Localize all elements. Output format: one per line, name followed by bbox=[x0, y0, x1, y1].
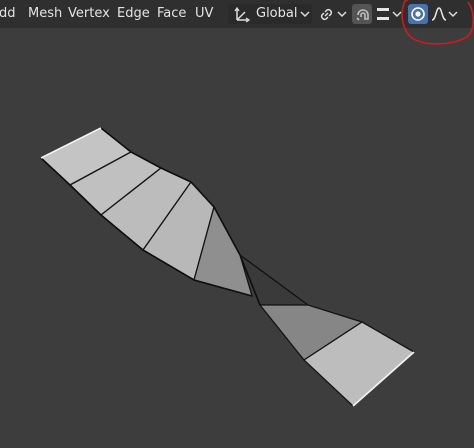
proportional-editing-icon bbox=[410, 6, 426, 22]
chevron-down-icon bbox=[446, 4, 460, 24]
menu-face[interactable]: Face bbox=[157, 0, 186, 28]
menu-vertex[interactable]: Vertex bbox=[68, 0, 110, 28]
proportional-falloff-dropdown[interactable] bbox=[430, 4, 460, 24]
transform-orientation-value: Global bbox=[256, 6, 298, 21]
proportional-editing-toggle[interactable] bbox=[408, 4, 428, 24]
menu-add[interactable]: dd bbox=[0, 0, 16, 28]
chevron-down-icon bbox=[335, 4, 349, 24]
snap-toggle-button[interactable] bbox=[352, 4, 372, 24]
chevron-down-icon bbox=[298, 4, 312, 24]
snap-target-icon bbox=[375, 6, 391, 22]
snap-magnet-icon bbox=[354, 6, 370, 22]
transform-orientation-dropdown[interactable]: Global bbox=[228, 4, 312, 24]
menu-edge[interactable]: Edge bbox=[117, 0, 150, 28]
transform-orientation-icon bbox=[233, 6, 250, 23]
mesh-strip bbox=[39, 127, 416, 407]
viewport-header: dd Mesh Vertex Edge Face UV Global bbox=[0, 0, 474, 28]
menu-mesh[interactable]: Mesh bbox=[28, 0, 62, 28]
chevron-down-icon bbox=[390, 4, 404, 24]
snap-target-dropdown[interactable] bbox=[374, 4, 404, 24]
pivot-point-dropdown[interactable] bbox=[316, 4, 348, 24]
menu-uv[interactable]: UV bbox=[195, 0, 213, 28]
link-icon bbox=[318, 6, 335, 23]
3d-viewport[interactable] bbox=[0, 28, 474, 448]
smooth-falloff-curve-icon bbox=[431, 6, 447, 22]
